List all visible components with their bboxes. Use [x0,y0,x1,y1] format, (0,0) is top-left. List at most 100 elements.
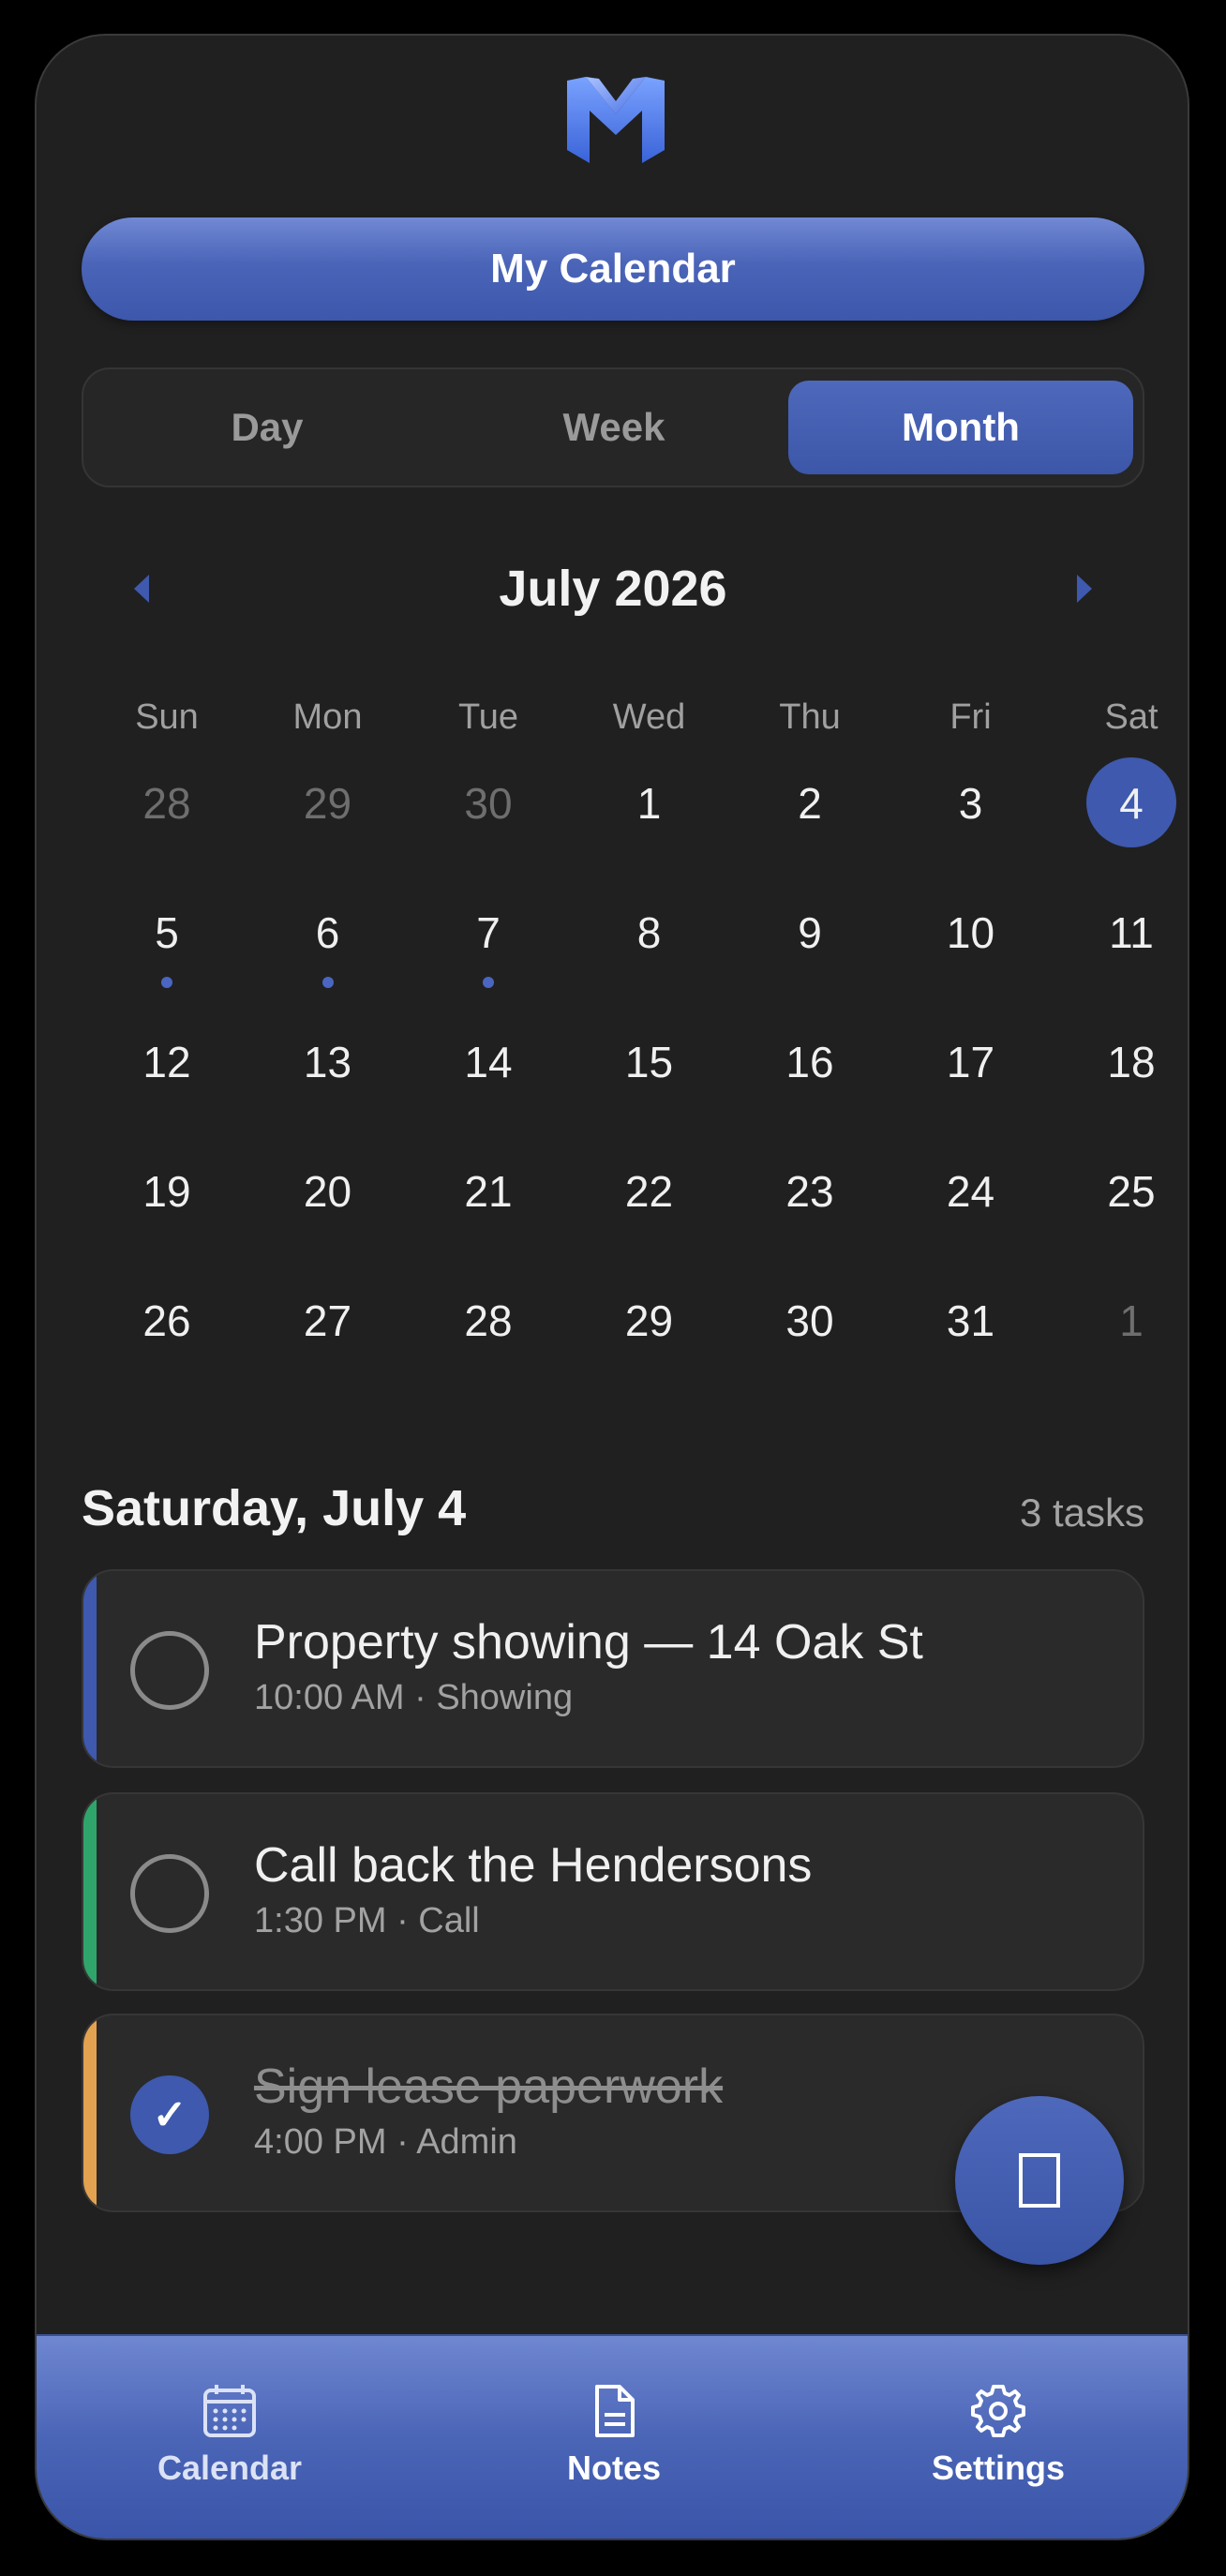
calendar-day-number: 15 [624,1038,674,1086]
calendar-day-number: 28 [464,1296,513,1345]
calendar-day[interactable]: 24 [890,1146,1052,1275]
task-checkbox-checked[interactable]: ✓ [130,2075,209,2154]
calendar-day[interactable]: 23 [729,1146,890,1275]
calendar-day[interactable]: 13 [247,1016,409,1146]
calendar-day-number: 1 [1119,1296,1144,1345]
calendar-day-number: 6 [315,908,340,957]
calendar-day-number: 22 [624,1167,674,1216]
calendar-day[interactable]: 18 [1051,1016,1188,1146]
calendar-day[interactable]: 15 [569,1016,730,1146]
calendar-day[interactable]: 30 [729,1275,890,1404]
calendar-day-selected[interactable]: 4 [1051,757,1188,887]
calendar-day[interactable]: 28 [86,757,247,887]
calendar-day[interactable]: 31 [890,1275,1052,1404]
calendar-day-number: 29 [624,1296,674,1345]
calendar-day-number: 8 [636,908,662,957]
view-toggle: Day Week Month [82,367,1144,487]
nav-item-settings[interactable]: Settings [858,2383,1139,2505]
weekday-label: Wed [612,697,686,737]
weekday-label: Mon [292,697,363,737]
calendar-day[interactable]: 17 [890,1016,1052,1146]
task-meta: 4:00 PM · Admin [254,2122,517,2162]
calendar-day-number: 25 [1107,1167,1156,1216]
calendar-day[interactable]: 26 [86,1275,247,1404]
task-checkbox[interactable] [130,1631,209,1710]
nav-label-calendar: Calendar [157,2449,303,2487]
calendar-day-number: 30 [464,779,513,828]
weekday-label: Sun [135,697,199,737]
tab-day[interactable]: Day [95,381,440,474]
calendar-day[interactable]: 2 [729,757,890,887]
task-card[interactable]: Call back the Hendersons 1:30 PM · Call [82,1792,1144,1991]
calendar-day-number: 17 [946,1038,995,1086]
calendar-day[interactable]: 20 [247,1146,409,1275]
calendar-day[interactable]: 27 [247,1275,409,1404]
calendar-day-number: 7 [476,908,501,957]
m-logo-icon [567,77,665,163]
weekday-label: Tue [457,697,519,737]
task-checkbox[interactable] [130,1854,209,1933]
calendar-day[interactable]: 8 [569,887,730,1016]
calendar-day[interactable]: 29 [247,757,409,887]
calendar-day[interactable]: 10 [890,887,1052,1016]
calendar-day[interactable]: 16 [729,1016,890,1146]
calendar-day[interactable]: 28 [408,1275,569,1404]
add-note-button[interactable] [955,2096,1124,2265]
calendar-day-number: 5 [155,908,179,957]
month-navigator: July 2026 [82,551,1144,626]
calendar-day[interactable]: 12 [86,1016,247,1146]
calendar-day-number: 11 [1109,908,1154,957]
calendar-day-number: 29 [303,779,352,828]
calendar-day[interactable]: 1 [1051,1275,1188,1404]
calendar-icon [203,2385,256,2437]
calendar-day-number: 31 [946,1296,995,1345]
task-meta: 1:30 PM · Call [254,1901,480,1940]
calendar-day[interactable]: 7 [408,887,569,1016]
calendar-day[interactable]: 6 [247,887,409,1016]
task-title: Property showing — 14 Oak St [254,1615,923,1670]
month-title: July 2026 [499,561,727,617]
calendar-day-number: 28 [142,779,191,828]
tab-week[interactable]: Week [441,381,786,474]
calendar-day-number: 24 [946,1167,995,1216]
calendar-day-number: 4 [1119,779,1144,828]
nav-label-notes: Notes [566,2449,662,2487]
calendar-day[interactable]: 3 [890,757,1052,887]
calendar-day[interactable]: 21 [408,1146,569,1275]
calendar-day-number: 21 [464,1167,513,1216]
calendar-day-number: 30 [785,1296,834,1345]
calendar-day-number: 2 [798,779,822,828]
calendar-day[interactable]: 22 [569,1146,730,1275]
weekday-header: Sun Mon Tue Wed Thu Fri Sat [86,697,1188,744]
tab-month[interactable]: Month [788,381,1133,474]
calendar-day[interactable]: 14 [408,1016,569,1146]
calendar-day[interactable]: 5 [86,887,247,1016]
calendar-day-number: 9 [798,908,822,957]
calendar-day-number: 10 [946,908,995,957]
calendar-day[interactable]: 1 [569,757,730,887]
nav-label-settings: Settings [931,2449,1065,2487]
nav-item-notes[interactable]: Notes [473,2383,755,2505]
bottom-nav: Calendar Notes Settings [37,2334,1188,2539]
calendar-day-number: 27 [303,1296,352,1345]
calendar-day-number: 13 [303,1038,352,1086]
calendar-day[interactable]: 25 [1051,1146,1188,1275]
calendar-day[interactable]: 29 [569,1275,730,1404]
agenda-header: Saturday, July 4 3 tasks [82,1479,1144,1545]
calendar-day[interactable]: 9 [729,887,890,1016]
calendar-day[interactable]: 30 [408,757,569,887]
checkmark-icon: ✓ [152,2091,187,2138]
gear-icon [971,2385,1025,2437]
nav-item-calendar[interactable]: Calendar [89,2383,370,2505]
calendar-day-number: 16 [785,1038,834,1086]
page-title: My Calendar [82,217,1144,321]
weekday-label: Sat [1104,697,1159,737]
calendar-day-number: 18 [1107,1038,1156,1086]
task-card[interactable]: Property showing — 14 Oak St 10:00 AM · S… [82,1569,1144,1768]
chevron-right-icon[interactable] [1066,570,1103,607]
task-accent-bar [83,1794,97,1989]
calendar-day[interactable]: 19 [86,1146,247,1275]
calendar-day[interactable]: 11 [1051,887,1188,1016]
calendar-day-number: 14 [464,1038,513,1086]
notes-icon [595,2385,635,2437]
